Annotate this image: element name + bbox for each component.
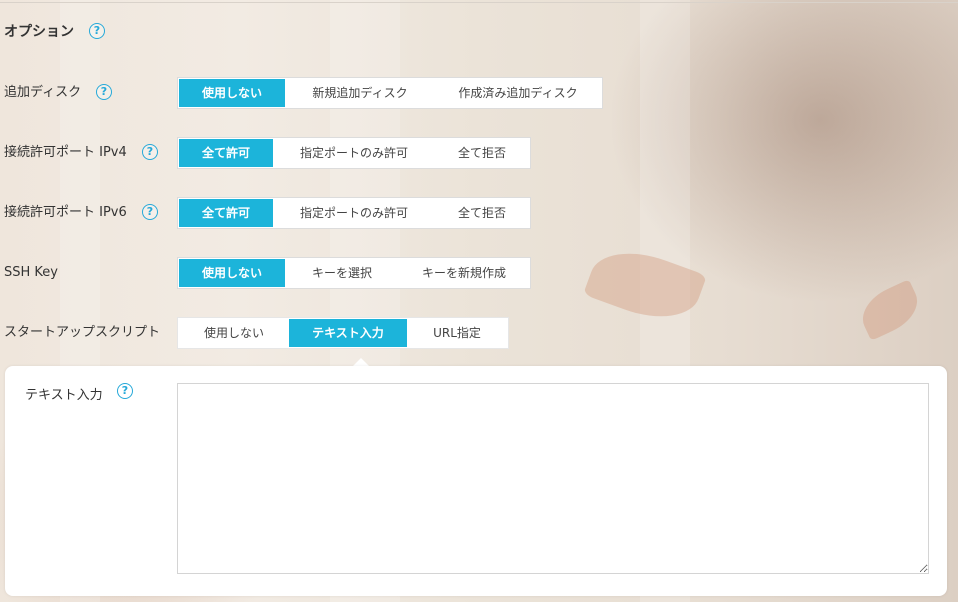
ssh-key-label: SSH Key <box>4 265 58 280</box>
ipv4-port-segmented-control: 全て許可 指定ポートのみ許可 全て拒否 <box>177 137 531 169</box>
ipv6-port-segmented-control: 全て許可 指定ポートのみ許可 全て拒否 <box>177 197 531 229</box>
option-ssh-none[interactable]: 使用しない <box>179 259 285 287</box>
option-startup-none[interactable]: 使用しない <box>179 319 289 347</box>
help-icon[interactable]: ? <box>96 84 112 100</box>
section-title: オプション <box>4 24 74 40</box>
top-divider <box>0 2 958 3</box>
help-icon[interactable]: ? <box>142 204 158 220</box>
startup-script-label: スタートアップスクリプト <box>4 325 161 340</box>
option-ssh-select[interactable]: キーを選択 <box>285 259 399 287</box>
panel-pointer <box>353 358 369 366</box>
ssh-key-segmented-control: 使用しない キーを選択 キーを新規作成 <box>177 257 531 289</box>
option-disk-none[interactable]: 使用しない <box>179 79 285 107</box>
help-icon[interactable]: ? <box>142 144 158 160</box>
option-disk-existing[interactable]: 作成済み追加ディスク <box>435 79 601 107</box>
additional-disk-label: 追加ディスク <box>4 85 82 100</box>
option-ipv6-specified[interactable]: 指定ポートのみ許可 <box>273 199 435 227</box>
option-startup-url[interactable]: URL指定 <box>407 319 507 347</box>
ipv6-port-label: 接続許可ポート IPv6 <box>4 205 127 220</box>
option-startup-text[interactable]: テキスト入力 <box>289 319 407 347</box>
option-ipv6-deny-all[interactable]: 全て拒否 <box>435 199 529 227</box>
option-ipv4-allow-all[interactable]: 全て許可 <box>179 139 273 167</box>
ipv4-port-label: 接続許可ポート IPv4 <box>4 145 127 160</box>
startup-script-textarea[interactable] <box>177 383 929 574</box>
text-input-label: テキスト入力 <box>25 388 103 403</box>
option-ipv4-specified[interactable]: 指定ポートのみ許可 <box>273 139 435 167</box>
option-ipv4-deny-all[interactable]: 全て拒否 <box>435 139 529 167</box>
startup-script-segmented-control: 使用しない テキスト入力 URL指定 <box>177 317 509 349</box>
help-icon[interactable]: ? <box>89 23 105 39</box>
help-icon[interactable]: ? <box>117 383 133 399</box>
option-ssh-create[interactable]: キーを新規作成 <box>399 259 529 287</box>
background-leaf <box>854 279 926 341</box>
option-disk-new[interactable]: 新規追加ディスク <box>285 79 435 107</box>
option-ipv6-allow-all[interactable]: 全て許可 <box>179 199 273 227</box>
text-input-panel: テキスト入力 ? <box>5 366 947 596</box>
additional-disk-segmented-control: 使用しない 新規追加ディスク 作成済み追加ディスク <box>177 77 603 109</box>
